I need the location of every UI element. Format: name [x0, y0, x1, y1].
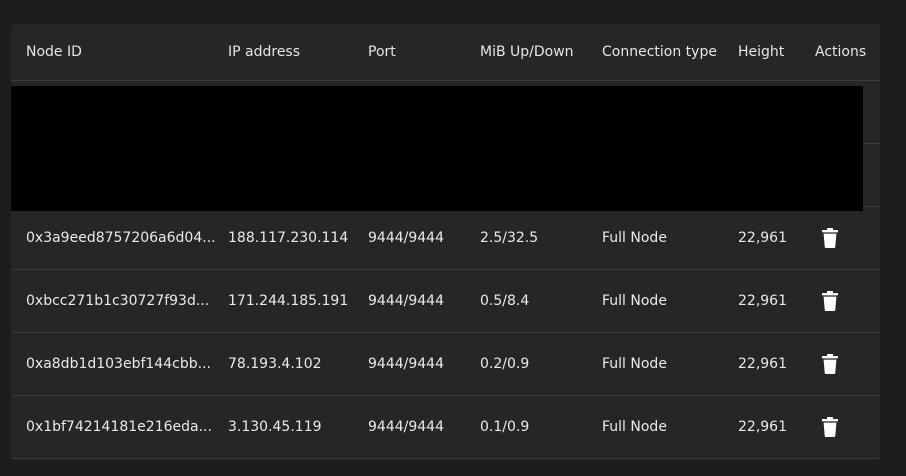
mib-cell: 2.5/32.5 — [480, 230, 539, 246]
table-row: 0xa8db1d103ebf144cbb... 78.193.4.102 944… — [11, 333, 880, 396]
header-connection-type[interactable]: Connection type — [602, 24, 717, 80]
connection-type-cell: Full Node — [602, 230, 667, 246]
port-cell: 9444/9444 — [368, 293, 444, 309]
height-cell: 22,961 — [738, 293, 787, 309]
ip-address-cell: 78.193.4.102 — [228, 356, 322, 372]
ip-address-cell: 171.244.185.191 — [228, 293, 349, 309]
header-mib-up-down[interactable]: MiB Up/Down — [480, 24, 574, 80]
table-row: 0xbcc271b1c30727f93d... 171.244.185.191 … — [11, 270, 880, 333]
port-cell: 9444/9444 — [368, 230, 444, 246]
row-divider — [863, 143, 880, 144]
node-id-cell: 0xbcc271b1c30727f93d... — [26, 293, 210, 309]
ip-address-cell: 3.130.45.119 — [228, 419, 322, 435]
trash-icon[interactable] — [822, 228, 838, 248]
header-height[interactable]: Height — [738, 24, 784, 80]
height-cell: 22,961 — [738, 419, 787, 435]
header-actions: Actions — [815, 44, 867, 60]
mib-cell: 0.1/0.9 — [480, 419, 530, 435]
mib-cell: 0.2/0.9 — [480, 356, 530, 372]
trash-icon[interactable] — [822, 354, 838, 374]
header-ip-address[interactable]: IP address — [228, 24, 300, 80]
trash-icon[interactable] — [822, 417, 838, 437]
header-node-id[interactable]: Node ID — [26, 24, 216, 80]
node-id-cell: 0x1bf74214181e216eda... — [26, 419, 212, 435]
ip-address-cell: 188.117.230.114 — [228, 230, 349, 246]
connection-type-cell: Full Node — [602, 356, 667, 372]
table-row: 0x1bf74214181e216eda... 3.130.45.119 944… — [11, 396, 880, 459]
table-row: 0x3a9eed8757206a6d04... 188.117.230.114 … — [11, 207, 880, 270]
connection-type-cell: Full Node — [602, 419, 667, 435]
port-cell: 9444/9444 — [368, 356, 444, 372]
height-cell: 22,961 — [738, 230, 787, 246]
connection-type-cell: Full Node — [602, 293, 667, 309]
connections-table: Node ID IP address Port MiB Up/Down Conn… — [11, 24, 880, 460]
node-id-cell: 0x3a9eed8757206a6d04... — [26, 230, 216, 246]
header-port[interactable]: Port — [368, 24, 396, 80]
port-cell: 9444/9444 — [368, 419, 444, 435]
table-header: Node ID IP address Port MiB Up/Down Conn… — [11, 24, 880, 81]
node-id-cell: 0xa8db1d103ebf144cbb... — [26, 356, 211, 372]
redacted-rows — [11, 86, 863, 211]
trash-icon[interactable] — [822, 291, 838, 311]
mib-cell: 0.5/8.4 — [480, 293, 530, 309]
height-cell: 22,961 — [738, 356, 787, 372]
